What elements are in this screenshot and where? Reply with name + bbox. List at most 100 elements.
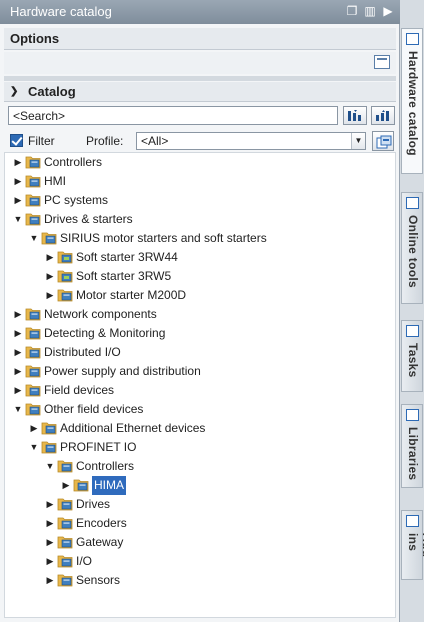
device-folder-icon — [57, 270, 73, 283]
expand-arrow-icon[interactable]: ▶ — [45, 495, 55, 514]
search-up-button[interactable] — [371, 106, 395, 125]
expand-arrow-icon[interactable]: ▶ — [45, 514, 55, 533]
tree-node-label: Network components — [44, 307, 157, 321]
tree-node-label: Encoders — [76, 516, 127, 530]
device-folder-icon — [57, 251, 73, 264]
tree-node[interactable]: ▶ Distributed I/O — [5, 343, 391, 362]
expand-arrow-icon[interactable]: ▶ — [13, 343, 23, 362]
expand-arrow-icon[interactable]: ▶ — [45, 571, 55, 590]
filter-checkbox[interactable] — [10, 134, 23, 147]
expand-arrow-icon[interactable]: ▶ — [13, 362, 23, 381]
folder-icon — [57, 289, 73, 302]
tree-node-label: Soft starter 3RW44 — [76, 250, 178, 264]
folder-icon — [57, 574, 73, 587]
tree-node[interactable]: ▶ I/O — [5, 552, 391, 571]
tree-node[interactable]: ▼ Other field devices — [5, 400, 391, 419]
profile-settings-icon — [376, 135, 392, 149]
task-card-tabs: Hardware catalog Online tools Tasks Librari… — [400, 0, 424, 622]
tree-node[interactable]: ▶ Detecting & Monitoring — [5, 324, 391, 343]
tree-node[interactable]: ▶ Gateway — [5, 533, 391, 552]
tree-node-label: SIRIUS motor starters and soft starters — [60, 231, 267, 245]
tree-node[interactable]: ▶ Drives — [5, 495, 391, 514]
collapse-arrow-icon[interactable]: ▼ — [13, 210, 23, 229]
panel-title-bar: Hardware catalog ❐ ▥ ▶ — [0, 0, 400, 24]
profile-settings-button[interactable] — [372, 131, 394, 151]
float-window-icon[interactable]: ❐ — [346, 4, 358, 18]
expand-arrow-icon[interactable]: ▶ — [45, 286, 55, 305]
tree-node[interactable]: ▶ Soft starter 3RW44 — [5, 248, 391, 267]
tree-node-label: PC systems — [44, 193, 109, 207]
expand-arrow-icon[interactable]: ▶ — [13, 324, 23, 343]
expand-arrow-icon[interactable]: ▶ — [29, 419, 39, 438]
expand-arrow-icon[interactable]: ▶ — [13, 381, 23, 400]
tree-node-label: Soft starter 3RW5 — [76, 269, 172, 283]
profile-select[interactable]: <All> ▼ — [136, 132, 366, 150]
expand-arrow-icon[interactable]: ▶ — [13, 305, 23, 324]
tab-label: Hardware catalog — [406, 51, 420, 156]
tasks-icon — [406, 325, 419, 337]
title-controls: ❐ ▥ ▶ — [346, 4, 394, 18]
catalog-tree: ▶ Controllers ▶ HMI ▶ PC systems ▼ Drives & sta… — [4, 152, 396, 618]
tree-node-label: Gateway — [76, 535, 124, 549]
tree-node[interactable]: ▼ Controllers — [5, 457, 391, 476]
dropdown-arrow-icon[interactable]: ▼ — [351, 133, 365, 149]
tree-node[interactable]: ▶ Motor starter M200D — [5, 286, 391, 305]
folder-icon — [41, 422, 57, 435]
tree-node[interactable]: ▶ Network components — [5, 305, 391, 324]
profile-label: Profile: — [86, 134, 124, 148]
tab-online-tools[interactable]: Online tools — [401, 192, 423, 304]
tree-node[interactable]: ▶ Additional Ethernet devices — [5, 419, 391, 438]
expand-arrow-icon[interactable]: ▶ — [45, 533, 55, 552]
tree-node[interactable]: ▶ HMI — [5, 172, 391, 191]
expand-arrow-icon[interactable]: ▶ — [45, 552, 55, 571]
tree-node[interactable]: ▶ Power supply and distribution — [5, 362, 391, 381]
expand-arrow-icon[interactable]: ▶ — [13, 191, 23, 210]
tree-node[interactable]: ▶ Encoders — [5, 514, 391, 533]
tree-node-label: Controllers — [44, 155, 103, 169]
folder-icon — [57, 536, 73, 549]
folder-icon — [41, 232, 57, 245]
tree-node-label: Motor starter M200D — [76, 288, 187, 302]
folder-icon — [57, 555, 73, 568]
collapse-arrow-icon[interactable]: ▼ — [29, 229, 39, 248]
chevron-down-icon[interactable]: ❯ — [10, 82, 18, 102]
search-down-button[interactable] — [343, 106, 367, 125]
options-section-header[interactable]: Options — [4, 28, 396, 50]
tree-node[interactable]: ▼ PROFINET IO — [5, 438, 391, 457]
collapse-arrow-icon[interactable]: ▼ — [29, 438, 39, 457]
tree-node[interactable]: ▶ Soft starter 3RW5 — [5, 267, 391, 286]
tree-node[interactable]: ▼ Drives & starters — [5, 210, 391, 229]
tab-libraries[interactable]: Libraries — [401, 404, 423, 488]
collapse-panel-icon[interactable]: ▶ — [382, 4, 394, 18]
section-separator[interactable] — [4, 76, 396, 81]
tree-node[interactable]: ▶ HIMA — [5, 475, 391, 496]
tree-node[interactable]: ▼ SIRIUS motor starters and soft starters — [5, 229, 391, 248]
tree-node-label: Additional Ethernet devices — [60, 421, 206, 435]
tree-node-label: Other field devices — [44, 402, 144, 416]
expand-arrow-icon[interactable]: ▶ — [13, 172, 23, 191]
tree-node[interactable]: ▶ Sensors — [5, 571, 391, 590]
add-ins-icon — [406, 515, 419, 527]
catalog-section-header[interactable]: ❯ Catalog — [4, 82, 396, 102]
tab-add-ins[interactable]: Add-ins — [401, 510, 424, 580]
tab-hardware-catalog[interactable]: Hardware catalog — [401, 28, 423, 174]
expand-arrow-icon[interactable]: ▶ — [61, 476, 71, 495]
catalog-icon — [406, 33, 419, 45]
folder-icon — [25, 308, 41, 321]
tree-node[interactable]: ▶ Controllers — [5, 153, 391, 172]
tree-node-label: Field devices — [44, 383, 115, 397]
collapse-arrow-icon[interactable]: ▼ — [45, 457, 55, 476]
tree-node[interactable]: ▶ PC systems — [5, 191, 391, 210]
tree-node[interactable]: ▶ Field devices — [5, 381, 391, 400]
expand-arrow-icon[interactable]: ▶ — [45, 267, 55, 286]
search-input[interactable] — [8, 106, 338, 125]
expand-arrow-icon[interactable]: ▶ — [45, 248, 55, 267]
tree-node-label: Drives — [76, 497, 111, 511]
tab-tasks[interactable]: Tasks — [401, 320, 423, 392]
collapse-arrow-icon[interactable]: ▼ — [13, 400, 23, 419]
tree-node-label: Controllers — [76, 459, 135, 473]
options-view-icon[interactable] — [374, 55, 390, 69]
split-view-icon[interactable]: ▥ — [364, 4, 376, 18]
tree-node-label: I/O — [76, 554, 93, 568]
expand-arrow-icon[interactable]: ▶ — [13, 153, 23, 172]
